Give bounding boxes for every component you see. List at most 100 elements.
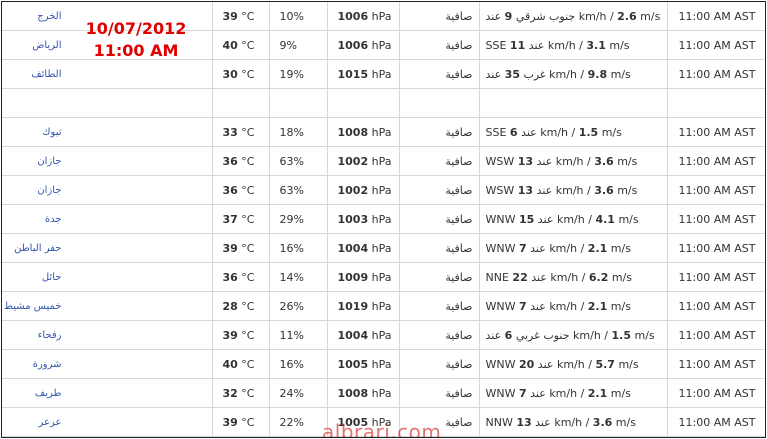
wind-kmh-unit: km/h	[555, 154, 584, 168]
city-cell[interactable]: عرعر	[2, 407, 213, 437]
city-link[interactable]: الرياض	[32, 40, 61, 51]
wind-ms-value: 6.2	[588, 270, 609, 284]
pressure-unit: hPa	[368, 270, 392, 284]
stamp-time: 11:00 AM	[93, 41, 179, 60]
observation-time: 11:00 AM AST	[678, 415, 756, 429]
wind-direction: WNW	[485, 357, 516, 371]
city-link[interactable]: حفر الباطن	[14, 243, 61, 254]
wind-kmh-unit: km/h	[550, 270, 579, 284]
wind-direction: WSW	[485, 154, 515, 168]
city-link[interactable]: جازان	[37, 185, 61, 196]
separator-cell	[399, 88, 480, 118]
humidity-cell: 16%	[269, 233, 328, 263]
city-link[interactable]: الخرج	[37, 11, 61, 22]
wind-direction: WNW	[485, 299, 516, 313]
wind-speed-word: عند	[528, 38, 545, 52]
time-cell: 11:00 AM AST	[667, 262, 765, 292]
wind-kmh-value: 15	[518, 212, 535, 226]
city-link[interactable]: حائل	[42, 272, 62, 283]
pressure-unit: hPa	[368, 328, 392, 342]
pressure-cell: 1006 hPa	[327, 30, 400, 60]
temperature-value: 33	[222, 125, 238, 139]
humidity-cell: 63%	[269, 146, 328, 176]
pressure-value: 1006	[337, 9, 369, 23]
humidity-cell: 19%	[269, 59, 328, 89]
observation-time: 11:00 AM AST	[678, 357, 756, 371]
table-row: تبوك 33 °C 18% 1008 hPa صافية SSE 6 عند km/h …	[2, 117, 765, 147]
temperature-cell: 33 °C	[212, 117, 270, 147]
temperature-value: 39	[222, 241, 238, 255]
temperature-cell: 28 °C	[212, 291, 270, 321]
pressure-value: 1008	[337, 386, 369, 400]
city-cell[interactable]: تبوك	[2, 117, 213, 147]
pressure-cell: 1002 hPa	[327, 175, 400, 205]
wind-kmh-value: 13	[516, 415, 532, 429]
temperature-cell: 36 °C	[212, 175, 270, 205]
city-cell[interactable]: الطائف	[2, 59, 213, 89]
temperature-value: 30	[222, 67, 238, 81]
city-link[interactable]: طريف	[35, 388, 62, 399]
city-link[interactable]: عرعر	[39, 417, 62, 428]
pressure-unit: hPa	[368, 386, 392, 400]
observation-time: 11:00 AM AST	[678, 241, 756, 255]
city-cell[interactable]: خميس مشيط	[2, 291, 213, 321]
time-cell: 11:00 AM AST	[667, 407, 765, 437]
humidity-cell: 18%	[269, 117, 328, 147]
temperature-unit: °C	[237, 154, 255, 168]
humidity-cell: 11%	[269, 320, 328, 350]
wind-direction: WNW	[485, 212, 516, 226]
condition-cell: صافية	[399, 291, 480, 321]
humidity-value: 10%	[279, 9, 304, 23]
pressure-unit: hPa	[368, 183, 392, 197]
city-cell[interactable]: طريف	[2, 378, 213, 408]
wind-direction: NNW	[485, 415, 513, 429]
humidity-value: 26%	[279, 299, 304, 313]
city-cell[interactable]: حفر الباطن	[2, 233, 213, 263]
temperature-value: 32	[222, 386, 238, 400]
condition-cell: صافية	[399, 349, 480, 379]
city-cell[interactable]: شرورة	[2, 349, 213, 379]
table-row: شرورة 40 °C 16% 1005 hPa صافية WNW 20 عند km/…	[2, 349, 765, 379]
humidity-value: 14%	[279, 270, 304, 284]
city-cell[interactable]: جازان	[2, 175, 213, 205]
wind-speed-word: عند	[536, 183, 553, 197]
wind-kmh-value: 20	[518, 357, 535, 371]
wind-cell: غرب 35 عند km/h / 9.8 m/s	[479, 59, 668, 89]
pressure-value: 1015	[337, 67, 369, 81]
wind-direction: غرب	[523, 67, 546, 81]
pressure-value: 1005	[337, 357, 369, 371]
city-cell[interactable]: حائل	[2, 262, 213, 292]
city-cell[interactable]: جدة	[2, 204, 213, 234]
city-link[interactable]: جازان	[37, 156, 61, 167]
humidity-cell: 26%	[269, 291, 328, 321]
temperature-cell: 40 °C	[212, 349, 270, 379]
city-cell[interactable]: جازان	[2, 146, 213, 176]
pressure-value: 1003	[337, 212, 369, 226]
wind-kmh-value: 13	[517, 183, 534, 197]
city-link[interactable]: رفحاء	[38, 330, 62, 341]
table-row: جازان 36 °C 63% 1002 hPa صافية WSW 13 عند km/…	[2, 175, 765, 205]
city-link[interactable]: جدة	[45, 214, 62, 225]
wind-kmh-value: 6	[504, 328, 513, 342]
wind-ms-value: 3.6	[594, 154, 614, 168]
city-link[interactable]: شرورة	[33, 359, 62, 370]
condition-text: صافية	[445, 212, 473, 226]
temperature-cell: 36 °C	[212, 262, 270, 292]
wind-ms-unit: m/s	[601, 125, 622, 139]
city-cell[interactable]: رفحاء	[2, 320, 213, 350]
wind-ms-unit: m/s	[611, 270, 633, 284]
temperature-unit: °C	[237, 67, 255, 81]
condition-cell: صافية	[399, 320, 480, 350]
city-link[interactable]: تبوك	[42, 127, 61, 138]
wind-kmh-unit: km/h	[549, 67, 577, 81]
wind-direction: SSE	[485, 125, 507, 139]
wind-kmh-unit: km/h	[578, 9, 607, 23]
city-link[interactable]: خميس مشيط	[4, 301, 62, 312]
temperature-cell: 39 °C	[212, 2, 270, 31]
temperature-cell: 39 °C	[212, 407, 270, 437]
pressure-cell: 1009 hPa	[327, 262, 400, 292]
city-link[interactable]: الطائف	[31, 69, 61, 80]
pressure-cell: 1019 hPa	[327, 291, 400, 321]
wind-speed-word: عند	[536, 154, 553, 168]
wind-ms-unit: m/s	[640, 9, 661, 23]
